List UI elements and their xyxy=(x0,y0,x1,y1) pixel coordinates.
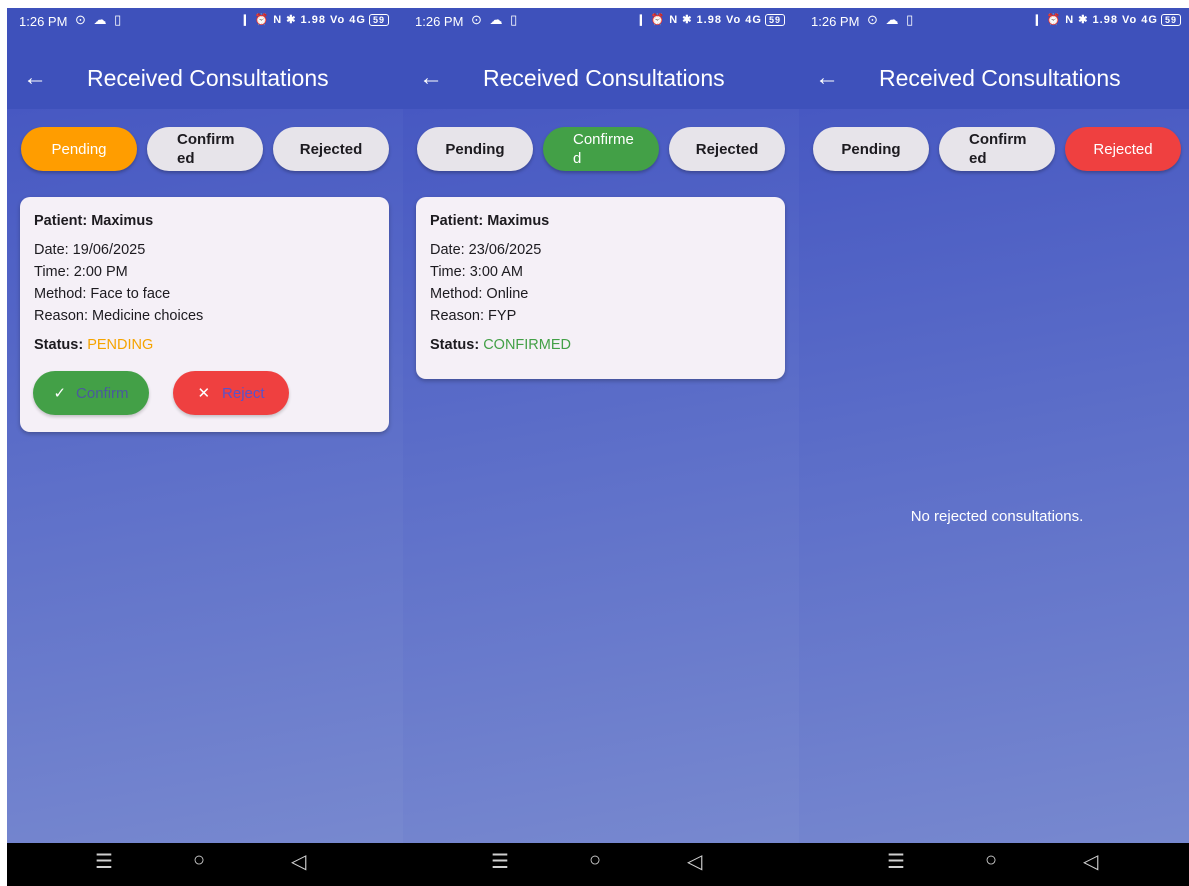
status-bar: 1:26 PM ⊙ ☁ ▯ ❙ ⏰ N ✱ 1.98 Vo 4G 59 xyxy=(403,8,799,34)
close-icon: ✕ xyxy=(197,385,211,402)
menu-icon[interactable]: ☰ xyxy=(95,849,113,874)
consultation-method: Method: Face to face xyxy=(34,286,171,302)
menu-icon[interactable]: ☰ xyxy=(887,849,905,874)
tab-rejected-label: Rejected xyxy=(299,140,363,158)
system-icons: ❙ ⏰ N ✱ 1.98 Vo 4G 59 xyxy=(636,13,785,26)
status-value: PENDING xyxy=(87,337,154,353)
back-arrow-icon[interactable]: ← xyxy=(815,60,839,96)
back-arrow-icon[interactable]: ← xyxy=(23,60,47,96)
tab-rejected[interactable]: Rejected xyxy=(1065,127,1181,171)
tab-pending[interactable]: Pending xyxy=(417,127,533,171)
consultation-reason: Reason: Medicine choices xyxy=(34,308,204,324)
tab-pending[interactable]: Pending xyxy=(813,127,929,171)
tab-rejected-label: Rejected xyxy=(1093,140,1153,158)
tab-rejected[interactable]: Rejected xyxy=(669,127,785,171)
reject-button[interactable]: ✕ Reject xyxy=(173,371,289,415)
consultation-card: Patient: Maximus Date: 19/06/2025 Time: … xyxy=(20,197,389,432)
consultation-date: Date: 23/06/2025 xyxy=(430,242,542,258)
tab-pending-label: Pending xyxy=(445,140,505,158)
patient-name: Patient: Maximus xyxy=(34,213,154,229)
notification-icons: ⊙ ☁ ▯ xyxy=(867,12,916,27)
tab-rejected-label: Rejected xyxy=(695,140,759,158)
status-label: Status: xyxy=(34,337,84,353)
home-icon[interactable]: ○ xyxy=(985,849,997,872)
consultation-time: Time: 3:00 AM xyxy=(430,264,523,280)
system-icons: ❙ ⏰ N ✱ 1.98 Vo 4G 59 xyxy=(1032,13,1181,26)
tab-confirmed-label: Confirmed xyxy=(573,131,634,167)
page-title: Received Consultations xyxy=(483,65,725,91)
tab-pending-label: Pending xyxy=(51,140,107,158)
tab-confirmed[interactable]: Confirmed xyxy=(147,127,263,171)
tab-rejected[interactable]: Rejected xyxy=(273,127,389,171)
status-bar: 1:26 PM ⊙ ☁ ▯ ❙ ⏰ N ✱ 1.98 Vo 4G 59 xyxy=(7,8,403,34)
screen-pending: 1:26 PM ⊙ ☁ ▯ ❙ ⏰ N ✱ 1.98 Vo 4G 59 ← Rec… xyxy=(7,8,403,886)
status-time: 1:26 PM xyxy=(19,14,68,29)
system-nav-bar: ☰ ○ ◁ xyxy=(799,843,1189,886)
tab-confirmed[interactable]: Confirmed xyxy=(939,127,1055,171)
tab-pending-label: Pending xyxy=(841,140,901,158)
screen-rejected: 1:26 PM ⊙ ☁ ▯ ❙ ⏰ N ✱ 1.98 Vo 4G 59 ← Rec… xyxy=(799,8,1189,886)
status-row: Status: PENDING xyxy=(34,337,153,353)
system-nav-bar: ☰ ○ ◁ xyxy=(403,843,799,886)
home-icon[interactable]: ○ xyxy=(193,849,205,872)
tab-pending[interactable]: Pending xyxy=(21,127,137,171)
screen-confirmed: 1:26 PM ⊙ ☁ ▯ ❙ ⏰ N ✱ 1.98 Vo 4G 59 ← Rec… xyxy=(403,8,799,886)
notification-icons: ⊙ ☁ ▯ xyxy=(471,12,520,27)
consultation-method: Method: Online xyxy=(430,286,529,302)
back-triangle-icon[interactable]: ◁ xyxy=(1083,849,1098,874)
app-header: 1:26 PM ⊙ ☁ ▯ ❙ ⏰ N ✱ 1.98 Vo 4G 59 ← Rec… xyxy=(7,8,403,109)
empty-state-message: No rejected consultations. xyxy=(910,508,1084,525)
home-icon[interactable]: ○ xyxy=(589,849,601,872)
back-arrow-icon[interactable]: ← xyxy=(419,60,443,96)
check-icon: ✓ xyxy=(53,385,67,402)
app-header: 1:26 PM ⊙ ☁ ▯ ❙ ⏰ N ✱ 1.98 Vo 4G 59 ← Rec… xyxy=(403,8,799,109)
status-time: 1:26 PM xyxy=(415,14,464,29)
reject-button-label: Reject xyxy=(222,384,265,402)
status-time: 1:26 PM xyxy=(811,14,860,29)
tab-confirmed[interactable]: Confirmed xyxy=(543,127,659,171)
status-label: Status: xyxy=(430,337,480,353)
consultation-reason: Reason: FYP xyxy=(430,308,517,324)
system-icons-text: ❙ ⏰ N ✱ 1.98 Vo 4G xyxy=(240,14,366,26)
notification-icons: ⊙ ☁ ▯ xyxy=(75,12,124,27)
confirm-button[interactable]: ✓ Confirm xyxy=(33,371,149,415)
tab-confirmed-label: Confirmed xyxy=(177,131,235,167)
menu-icon[interactable]: ☰ xyxy=(491,849,509,874)
patient-name: Patient: Maximus xyxy=(430,213,550,229)
page-title: Received Consultations xyxy=(87,65,329,91)
tab-confirmed-label: Confirmed xyxy=(969,131,1027,167)
status-row: Status: CONFIRMED xyxy=(430,337,571,353)
consultation-card: Patient: Maximus Date: 23/06/2025 Time: … xyxy=(416,197,785,379)
page-title: Received Consultations xyxy=(879,65,1121,91)
system-icons-text: ❙ ⏰ N ✱ 1.98 Vo 4G xyxy=(1032,14,1158,26)
back-triangle-icon[interactable]: ◁ xyxy=(687,849,702,874)
consultation-time: Time: 2:00 PM xyxy=(34,264,128,280)
system-icons-text: ❙ ⏰ N ✱ 1.98 Vo 4G xyxy=(636,14,762,26)
confirm-button-label: Confirm xyxy=(76,384,129,402)
system-icons: ❙ ⏰ N ✱ 1.98 Vo 4G 59 xyxy=(240,13,389,26)
back-triangle-icon[interactable]: ◁ xyxy=(291,849,306,874)
battery-icon: 59 xyxy=(368,14,389,26)
consultation-date: Date: 19/06/2025 xyxy=(34,242,146,258)
status-value: CONFIRMED xyxy=(483,337,571,353)
status-bar: 1:26 PM ⊙ ☁ ▯ ❙ ⏰ N ✱ 1.98 Vo 4G 59 xyxy=(799,8,1189,34)
battery-icon: 59 xyxy=(1160,14,1181,26)
app-header: 1:26 PM ⊙ ☁ ▯ ❙ ⏰ N ✱ 1.98 Vo 4G 59 ← Rec… xyxy=(799,8,1189,109)
battery-icon: 59 xyxy=(764,14,785,26)
system-nav-bar: ☰ ○ ◁ xyxy=(7,843,403,886)
